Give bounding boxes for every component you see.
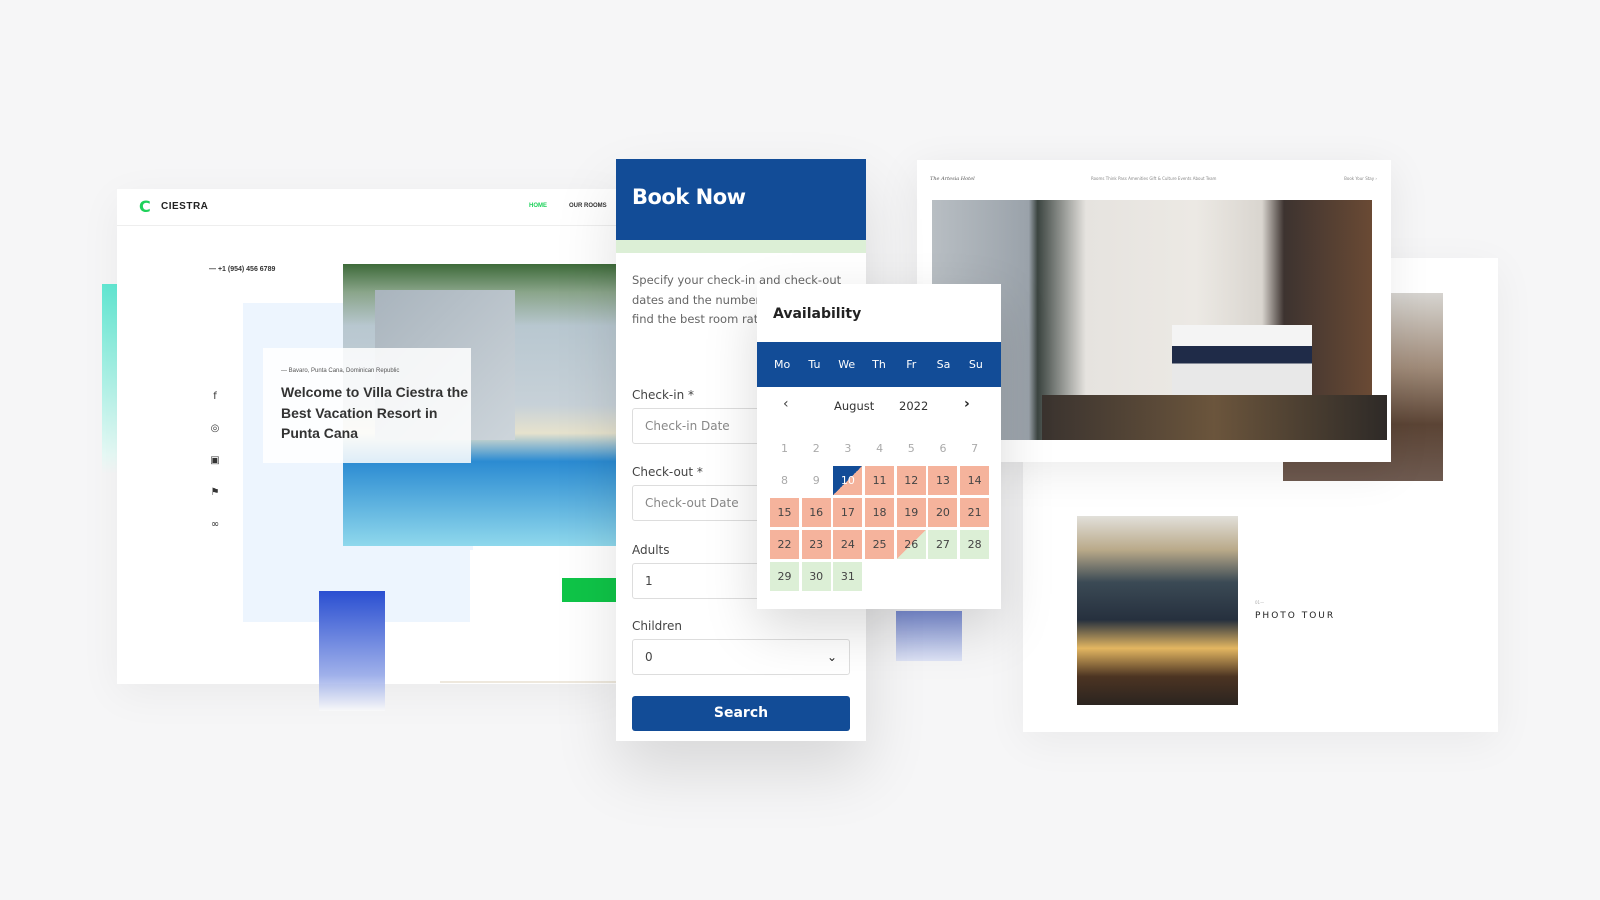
- weekday-label: Su: [968, 358, 983, 371]
- nav-our-rooms[interactable]: OUR ROOMS: [569, 203, 607, 209]
- calendar-day: 4: [876, 442, 884, 455]
- calendar-day: 2: [812, 442, 820, 455]
- calendar-day[interactable]: 10: [833, 466, 863, 495]
- book-now-header: Book Now: [616, 159, 866, 240]
- logo-text: CIESTRA: [161, 201, 209, 212]
- weekday-label: Th: [872, 358, 886, 371]
- calendar-day[interactable]: 28: [960, 530, 990, 559]
- calendar-day[interactable]: 30: [801, 562, 831, 591]
- calendar-day[interactable]: 24: [833, 530, 863, 559]
- photo-tour-heading[interactable]: PHOTO TOUR: [1255, 611, 1335, 621]
- calendar-day[interactable]: 31: [833, 562, 863, 591]
- calendar-grid: 1 2 3 4 5 6 7 8 9 10 11 12 13 14 15 16 17 18 19 20 21 22 23 24 2…: [770, 434, 990, 591]
- availability-title: Availability: [773, 306, 862, 322]
- children-label: Children: [632, 619, 682, 633]
- calendar-day[interactable]: 29: [770, 562, 799, 591]
- hero-title: Welcome to Villa Ciestra the Best Vacati…: [281, 384, 468, 441]
- chevron-down-icon: ⌄: [826, 650, 837, 664]
- hero-card: — Bavaro, Punta Cana, Dominican Republic…: [263, 348, 471, 463]
- calendar-day[interactable]: 15: [770, 498, 799, 527]
- weekday-label: We: [838, 358, 856, 371]
- foursquare-icon[interactable]: ⚑: [208, 487, 222, 498]
- nav-home[interactable]: HOME: [529, 203, 547, 209]
- facebook-icon[interactable]: f: [208, 391, 222, 402]
- calendar-day[interactable]: 18: [865, 498, 895, 527]
- bed-shape: [1172, 325, 1312, 395]
- month-navigation: ‹ August 2022 ›: [757, 396, 1001, 422]
- calendar-day: 8: [781, 474, 788, 487]
- calendar-day[interactable]: 16: [801, 498, 831, 527]
- availability-calendar: Availability Mo Tu We Th Fr Sa Su ‹ Augu…: [757, 284, 1001, 609]
- hero-subtitle: — Bavaro, Punta Cana, Dominican Republic: [281, 368, 400, 374]
- calendar-day: 6: [939, 442, 947, 455]
- month-label: August: [834, 399, 875, 413]
- calendar-day: 3: [844, 442, 852, 455]
- calendar-day: 7: [971, 442, 979, 455]
- calendar-day[interactable]: 27: [928, 530, 958, 559]
- weekday-header: Mo Tu We Th Fr Sa Su: [757, 342, 1001, 387]
- photo-tour-index: 01—: [1255, 600, 1265, 605]
- green-cta-button[interactable]: [562, 578, 617, 602]
- calendar-day[interactable]: 26: [896, 530, 926, 559]
- decor-blue-bar: [319, 591, 385, 711]
- ciestra-logo-icon: C: [139, 197, 151, 216]
- floor-shape: [1042, 395, 1387, 440]
- children-select[interactable]: 0 ⌄: [632, 639, 850, 675]
- tripadvisor-icon[interactable]: ∞: [208, 519, 222, 530]
- youtube-icon[interactable]: ▣: [208, 455, 222, 466]
- adults-label: Adults: [632, 543, 670, 557]
- hotel-nav[interactable]: Rooms Think Pass Amenities Gift & Cultur…: [1091, 176, 1216, 181]
- calendar-day[interactable]: 12: [896, 466, 926, 495]
- calendar-day[interactable]: 13: [928, 466, 958, 495]
- calendar-day[interactable]: 14: [960, 466, 990, 495]
- decor-purple-bar: [896, 611, 962, 661]
- calendar-day: 1: [781, 442, 788, 455]
- calendar-day[interactable]: 23: [801, 530, 831, 559]
- header-accent-strip: [616, 240, 866, 253]
- calendar-day: 9: [812, 474, 820, 487]
- phone-number: — +1 (954) 456 6789: [209, 266, 276, 273]
- search-button[interactable]: Search: [632, 696, 850, 731]
- site-nav: C CIESTRA HOME OUR ROOMS: [117, 189, 617, 226]
- book-stay-link[interactable]: Book Your Stay ›: [1344, 176, 1377, 181]
- weekday-label: Mo: [774, 358, 791, 371]
- calendar-day[interactable]: 21: [960, 498, 990, 527]
- weekday-label: Fr: [906, 358, 917, 371]
- divider: [440, 681, 617, 683]
- hotel-title: The Artesia Hotel: [930, 176, 975, 182]
- calendar-day[interactable]: 25: [865, 530, 895, 559]
- year-label: 2022: [899, 399, 929, 413]
- children-value: 0: [645, 650, 653, 664]
- book-now-title: Book Now: [632, 185, 746, 209]
- calendar-day: 5: [907, 442, 915, 455]
- calendar-day[interactable]: 11: [865, 466, 895, 495]
- calendar-day[interactable]: 19: [896, 498, 926, 527]
- weekday-label: Tu: [808, 358, 821, 371]
- instagram-icon[interactable]: ◎: [208, 423, 222, 434]
- calendar-day[interactable]: 17: [833, 498, 863, 527]
- hero-white-patch: [470, 550, 617, 680]
- prev-month-icon[interactable]: ‹: [783, 396, 789, 412]
- weekday-label: Sa: [936, 358, 951, 371]
- reception-photo: [1077, 516, 1238, 705]
- next-month-icon[interactable]: ›: [964, 396, 970, 412]
- checkin-label: Check-in *: [632, 388, 694, 402]
- calendar-day[interactable]: 20: [928, 498, 958, 527]
- calendar-day[interactable]: 22: [770, 530, 799, 559]
- checkout-label: Check-out *: [632, 465, 703, 479]
